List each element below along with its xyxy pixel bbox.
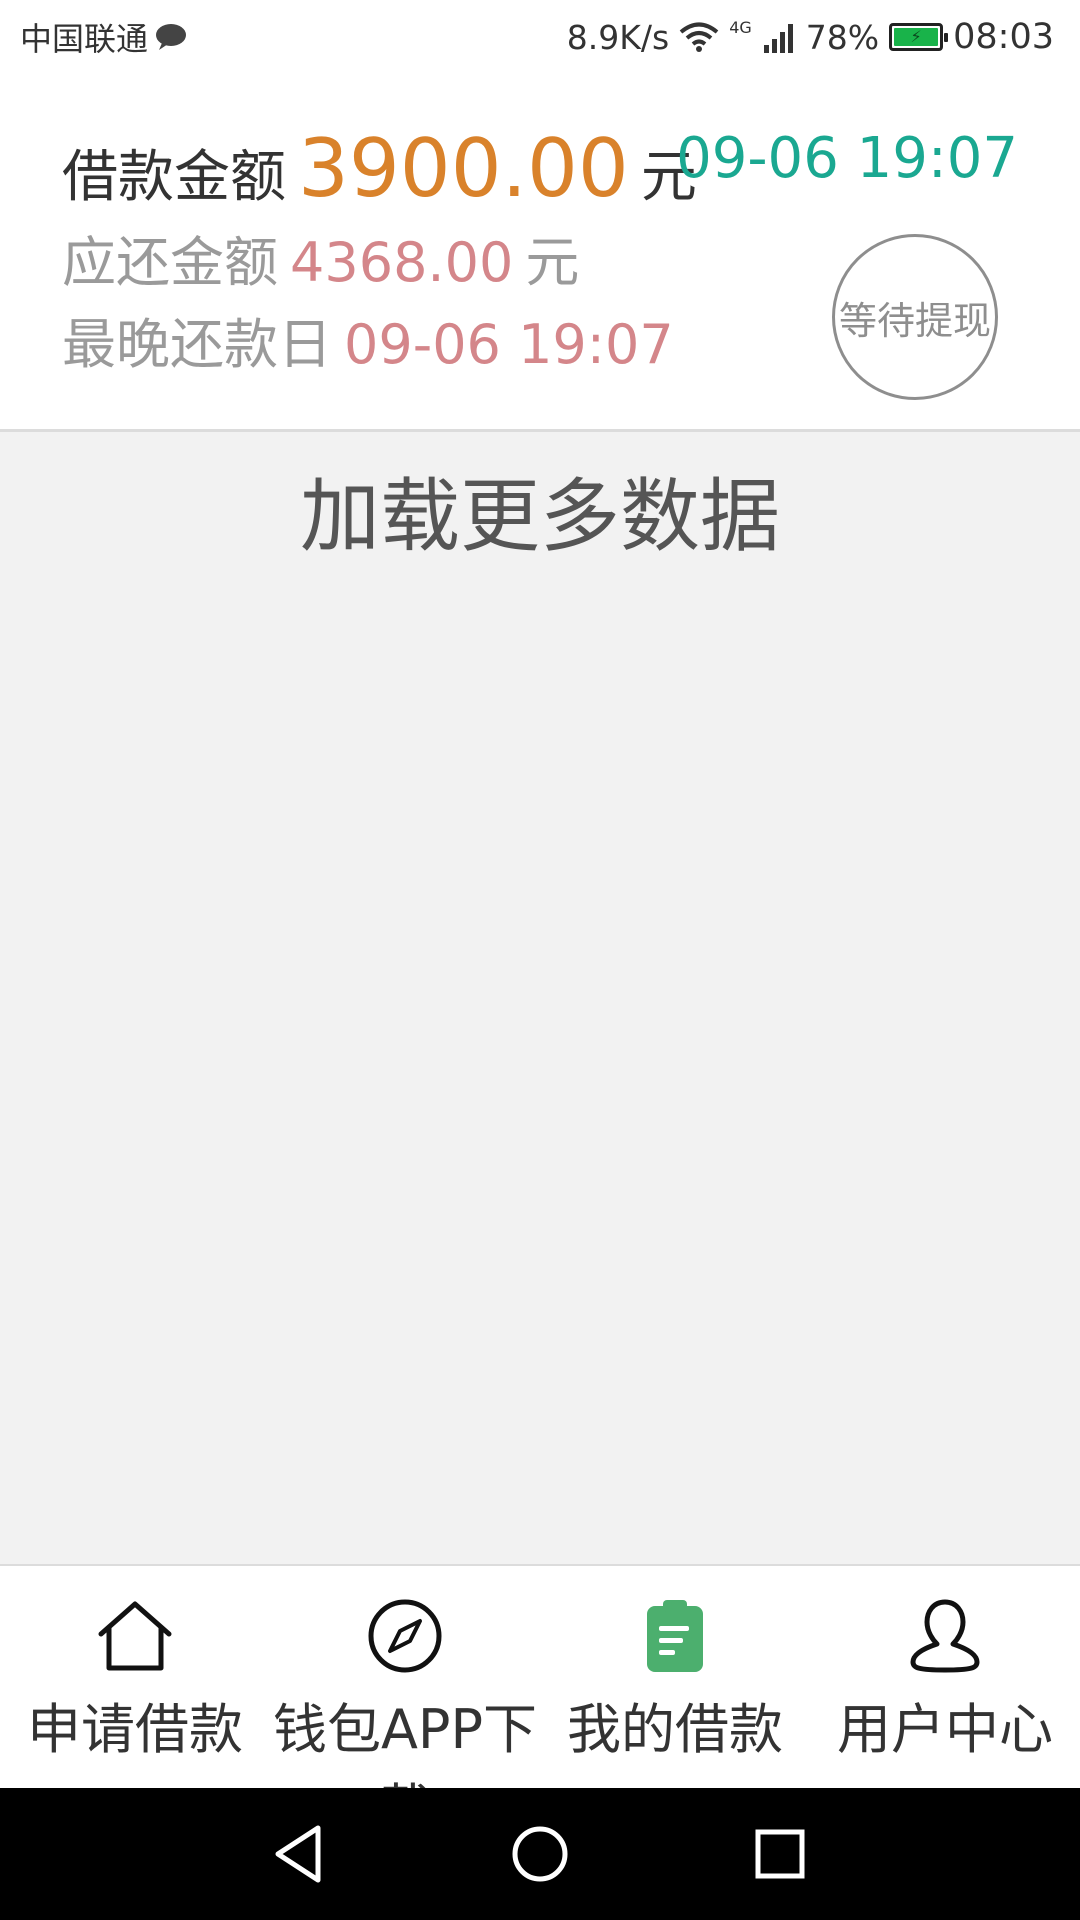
tab-my-loans[interactable]: 我的借款 bbox=[540, 1566, 810, 1788]
loan-card[interactable]: 借款金额 3900.00 元 09-06 19:07 应还金额 4368.00 … bbox=[0, 74, 1080, 432]
content-area: 加载更多数据 bbox=[0, 432, 1080, 1564]
status-left: 中国联通 bbox=[20, 14, 188, 60]
loan-amount-row: 借款金额 3900.00 元 bbox=[62, 122, 697, 215]
due-date-row: 最晚还款日 09-06 19:07 bbox=[62, 300, 686, 379]
loan-amount-label: 借款金额 bbox=[62, 145, 286, 210]
net-speed: 8.9K/s bbox=[566, 17, 670, 57]
tab-wallet-download[interactable]: 钱包APP下载 bbox=[270, 1566, 540, 1788]
status-right: 8.9K/s 4G 78% ⚡ 08:03 bbox=[567, 14, 1054, 60]
due-date-value: 09-06 19:07 bbox=[344, 313, 674, 376]
load-more-button[interactable]: 加载更多数据 bbox=[0, 452, 1080, 568]
home-icon bbox=[98, 1601, 172, 1671]
repay-amount-unit: 元 bbox=[525, 231, 580, 294]
tab-label: 用户中心 bbox=[837, 1698, 1053, 1761]
tab-label: 我的借款 bbox=[567, 1698, 783, 1761]
system-nav-bar bbox=[0, 1788, 1080, 1920]
recents-icon[interactable] bbox=[742, 1816, 818, 1892]
tab-label: 申请借款 bbox=[27, 1698, 243, 1761]
tab-apply-loan[interactable]: 申请借款 bbox=[0, 1566, 270, 1788]
user-icon bbox=[910, 1599, 980, 1673]
status-bar: 中国联通 8.9K/s 4G 78% ⚡ 08:03 bbox=[0, 0, 1080, 74]
tab-label: 钱包APP下载 bbox=[272, 1698, 538, 1788]
repay-amount-label: 应还金额 bbox=[62, 231, 278, 294]
chat-bubble-icon bbox=[156, 24, 187, 50]
clock: 08:03 bbox=[953, 17, 1054, 57]
status-stamp: 等待提现 bbox=[832, 234, 998, 400]
wifi-icon bbox=[679, 22, 719, 52]
bottom-tab-bar: 申请借款 钱包APP下载 我的借款 用户中心 bbox=[0, 1564, 1080, 1788]
compass-icon bbox=[368, 1599, 442, 1673]
repay-amount-value: 4368.00 bbox=[290, 231, 514, 294]
loan-datetime: 09-06 19:07 bbox=[676, 126, 1018, 191]
carrier-name: 中国联通 bbox=[20, 20, 149, 58]
repay-amount-row: 应还金额 4368.00 元 bbox=[62, 218, 579, 297]
home-circle-icon[interactable] bbox=[502, 1816, 578, 1892]
network-type: 4G bbox=[729, 18, 752, 37]
back-icon[interactable] bbox=[262, 1816, 338, 1892]
tab-user-center[interactable]: 用户中心 bbox=[810, 1566, 1080, 1788]
clipboard-icon bbox=[647, 1600, 703, 1672]
loan-amount-value: 3900.00 bbox=[298, 122, 629, 215]
battery-charging-icon: ⚡ bbox=[889, 23, 949, 51]
battery-percent: 78% bbox=[805, 17, 880, 57]
signal-icon bbox=[763, 24, 793, 53]
due-date-label: 最晚还款日 bbox=[62, 313, 332, 376]
